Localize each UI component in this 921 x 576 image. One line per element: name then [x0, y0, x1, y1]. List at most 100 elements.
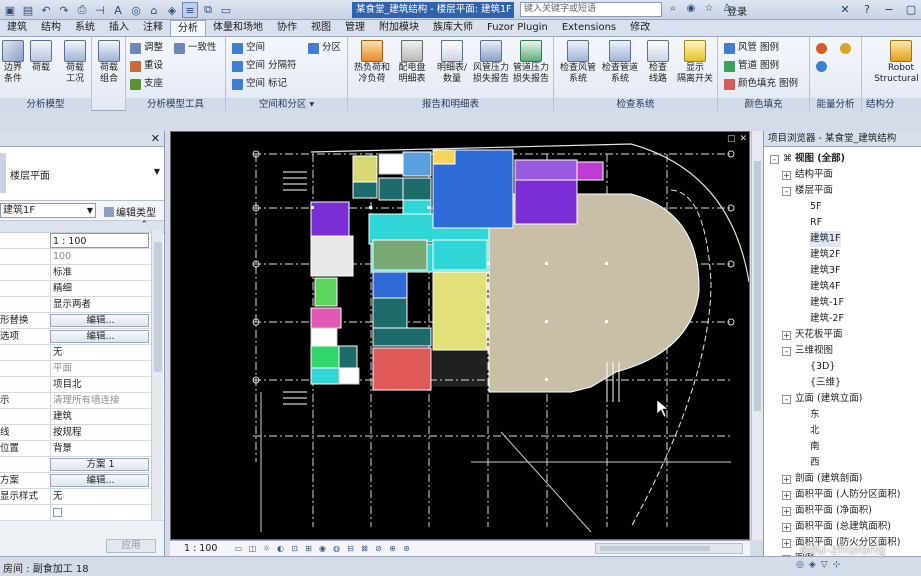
login-link[interactable]: 登录	[727, 3, 747, 18]
properties-section-header[interactable]: ⌃	[0, 220, 164, 233]
3d-view-icon[interactable]: ⌂	[146, 2, 162, 18]
room-yellow-small[interactable]	[432, 149, 456, 165]
browser-node[interactable]: {三维}	[810, 375, 841, 391]
collapse-icon[interactable]: -	[782, 346, 791, 356]
floor-plan-view[interactable]: ▢ ✕	[170, 131, 750, 540]
room-cyan-left[interactable]	[310, 367, 340, 385]
property-value[interactable]: 平面	[50, 361, 149, 376]
subscription-icon[interactable]: ◉	[684, 2, 698, 16]
property-value[interactable]: 项目北	[50, 377, 149, 392]
collapse-icon[interactable]: -	[782, 186, 791, 196]
check-pipe-systems-button[interactable]: 检查管道 系统	[600, 40, 640, 85]
section-icon[interactable]: ◈	[164, 2, 180, 18]
room-wc-1[interactable]	[314, 277, 338, 307]
schedules-button[interactable]: 明细表/ 数量	[432, 40, 472, 85]
browser-node[interactable]: - 立面 (建筑立面)	[782, 391, 862, 407]
expand-icon[interactable]: +	[782, 490, 791, 500]
energy-run-button[interactable]	[816, 59, 827, 73]
room-store-east[interactable]	[514, 179, 578, 225]
tab-6[interactable]: 体量和场地	[206, 20, 270, 36]
pipe-pressure-report-button[interactable]: 管道压力 损失报告	[510, 40, 552, 85]
checkbox-icon[interactable]	[53, 508, 62, 517]
room-office-center[interactable]	[372, 297, 408, 329]
browser-node[interactable]: 5F	[810, 199, 822, 215]
zone-button[interactable]: 分区	[308, 41, 341, 55]
expand-icon[interactable]: +	[782, 474, 791, 484]
detail-level-icon[interactable]: ▭	[233, 543, 244, 554]
favorite-icon[interactable]: ☆	[702, 2, 716, 16]
room-prep-1[interactable]	[352, 155, 378, 183]
reveal-hidden-icon[interactable]: ◍	[331, 543, 342, 554]
browser-node[interactable]: + 天花板平面	[782, 327, 843, 343]
shadows-icon[interactable]: ◐	[275, 543, 286, 554]
tab-12[interactable]: Fuzor Plugin	[480, 20, 555, 36]
property-value[interactable]: 100	[50, 249, 149, 264]
constraints-icon[interactable]: ⊛	[401, 543, 412, 554]
help-search-input[interactable]: 键入关键字或短语	[520, 2, 662, 17]
room-office-2[interactable]	[378, 177, 404, 201]
tab-2[interactable]: 系统	[68, 20, 102, 36]
browser-node[interactable]: 南	[810, 439, 820, 455]
type-selector[interactable]: 楼层平面 ▼	[0, 147, 164, 201]
room-purple-upper[interactable]	[514, 159, 578, 181]
close-hidden-icon[interactable]: ⧉	[200, 2, 216, 18]
close-view-icon[interactable]: ✕	[739, 134, 747, 144]
load-cases-button[interactable]: 荷载 工况	[58, 40, 92, 85]
room-shaft[interactable]	[310, 235, 354, 277]
property-checkbox[interactable]	[50, 505, 149, 520]
room-store-west[interactable]	[310, 201, 350, 237]
room-hall[interactable]	[432, 271, 488, 351]
tab-4[interactable]: 注释	[136, 20, 170, 36]
analytical-model-icon[interactable]: ⊠	[359, 543, 370, 554]
room-blue-center[interactable]	[372, 271, 408, 299]
browser-node[interactable]: RF	[810, 215, 822, 231]
highlight-displacement-icon[interactable]: ⊘	[373, 543, 384, 554]
properties-scrollbar[interactable]	[151, 230, 163, 520]
property-value[interactable]: 无	[50, 345, 149, 360]
tab-8[interactable]: 视图	[304, 20, 338, 36]
energy-model-button[interactable]	[840, 41, 851, 55]
undo-icon[interactable]: ↶	[38, 2, 54, 18]
browser-node[interactable]: + 结构平面	[782, 167, 833, 183]
color-fill-legend-button[interactable]: 颜色填充 图例	[724, 77, 798, 91]
browser-node[interactable]: 建筑2F	[810, 247, 841, 263]
design-options-icon[interactable]: ◈	[809, 560, 816, 570]
expand-icon[interactable]: +	[782, 538, 791, 548]
browser-node[interactable]: 建筑-1F	[810, 295, 844, 311]
space-tag-button[interactable]: 空间 标记	[232, 77, 287, 91]
save-icon[interactable]: ▤	[20, 2, 36, 18]
room-white-2[interactable]	[310, 327, 338, 347]
tab-5[interactable]: 分析	[170, 20, 206, 36]
reset-button[interactable]: 重设	[130, 59, 163, 73]
thin-lines-icon[interactable]: ≡	[182, 2, 198, 18]
room-green-center[interactable]	[372, 239, 428, 271]
property-value[interactable]: 标准	[50, 265, 149, 280]
visual-style-icon[interactable]: ◫	[247, 543, 258, 554]
browser-node[interactable]: 建筑1F	[810, 231, 841, 247]
instance-dropdown[interactable]: 建筑1F ▼	[0, 203, 96, 218]
room-cyan-small[interactable]	[402, 199, 432, 215]
property-value[interactable]: 建筑	[50, 409, 149, 424]
load-combinations-button[interactable]: 荷载 组合	[92, 40, 126, 85]
edit-type-button[interactable]: 编辑类型	[104, 204, 156, 219]
check-duct-systems-button[interactable]: 检查风管 系统	[558, 40, 598, 85]
maximize-button[interactable]: ▢	[903, 2, 919, 17]
property-value[interactable]: 显示两者	[50, 297, 149, 312]
browser-node[interactable]: - ⌘ 视图 (全部)	[770, 151, 845, 167]
expand-icon[interactable]: +	[782, 522, 791, 532]
worksets-icon[interactable]: ◎	[796, 560, 804, 570]
browser-node[interactable]: 东	[810, 407, 820, 423]
robot-structural-button[interactable]: Robot Structural A	[866, 40, 921, 85]
room-pink[interactable]	[310, 307, 342, 329]
tab-13[interactable]: Extensions	[555, 20, 623, 36]
room-office-3[interactable]	[352, 181, 378, 199]
selection-icon[interactable]: ⊹	[833, 560, 841, 570]
room-office-wide[interactable]	[372, 327, 432, 347]
room-office-left[interactable]	[338, 345, 358, 369]
horizontal-scroll-thumb[interactable]	[600, 546, 710, 551]
redo-icon[interactable]: ↷	[56, 2, 72, 18]
vertical-scrollbar[interactable]	[751, 131, 763, 540]
energy-settings-button[interactable]	[816, 41, 827, 55]
consistency-button[interactable]: 一致性	[174, 41, 217, 55]
collapse-section-icon[interactable]: ⌃	[140, 220, 148, 230]
